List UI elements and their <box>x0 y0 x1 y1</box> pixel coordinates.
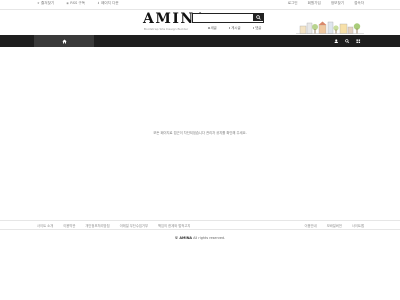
footer-link-disclaimer[interactable]: 책임의 한계와 법적고지 <box>158 223 190 228</box>
user-button[interactable] <box>331 35 342 47</box>
footer-link-guide[interactable]: 이용안내 <box>305 223 317 228</box>
quicklink-new-posts[interactable]: 새글 <box>208 25 223 30</box>
search-icon <box>345 38 350 44</box>
search-icon <box>255 15 261 20</box>
nav-icons <box>331 35 364 47</box>
bullet-icon <box>208 27 210 29</box>
top-utility-bar: ★ 즐겨찾기 ◉ RSS 구독 ⬇ 페이지 다운 로그인 회원가입 정보찾기 접속자 <box>0 0 400 10</box>
search-button[interactable] <box>253 14 263 21</box>
page-download-link[interactable]: ⬇ 페이지 다운 <box>97 1 119 6</box>
footer-link-terms[interactable]: 이용약관 <box>63 223 75 228</box>
footer-right-links: 이용안내 모바일버전 사이트맵 <box>295 223 364 228</box>
site-tagline: Bootstrap Site Design Builder <box>143 27 189 31</box>
rss-icon: ◉ <box>66 1 69 5</box>
rss-link[interactable]: ◉ RSS 구독 <box>66 1 85 6</box>
quicklink-comments[interactable]: 댓글 <box>252 25 268 30</box>
copyright-brand: © AMINA <box>174 236 193 240</box>
city-illustration <box>296 21 364 34</box>
main-nav <box>0 35 400 47</box>
signup-link[interactable]: 회원가입 <box>308 1 321 6</box>
footer-link-privacy[interactable]: 개인정보처리방침 <box>85 223 109 228</box>
bullet-icon <box>252 27 255 29</box>
visitors-link[interactable]: 접속자 <box>354 1 364 6</box>
footer-links-bar: 사이트 소개 이용약관 개인정보처리방침 이메일 무단수집거부 책임의 한계와 … <box>0 220 400 230</box>
top-left-links: ★ 즐겨찾기 ◉ RSS 구독 ⬇ 페이지 다운 <box>37 1 131 6</box>
footer-link-sitemap[interactable]: 사이트맵 <box>352 223 364 228</box>
menu-button[interactable] <box>353 35 364 47</box>
home-button[interactable] <box>34 35 94 47</box>
footer-left-links: 사이트 소개 이용약관 개인정보처리방침 이메일 무단수집거부 책임의 한계와 … <box>37 223 200 228</box>
quicklink-posts[interactable]: 게시글 <box>228 25 247 30</box>
search-box <box>192 13 264 23</box>
find-info-link[interactable]: 정보찾기 <box>331 1 344 6</box>
grid-menu-icon <box>356 39 361 43</box>
home-icon <box>61 39 67 43</box>
top-right-links: 로그인 회원가입 정보찾기 접속자 <box>278 1 364 6</box>
login-link[interactable]: 로그인 <box>288 1 298 6</box>
copyright: © AMINA All rights reserved. <box>0 236 400 240</box>
nav-search-button[interactable] <box>342 35 353 47</box>
footer-link-email-policy[interactable]: 이메일 무단수집거부 <box>120 223 148 228</box>
copyright-text: All rights reserved. <box>193 236 226 240</box>
search-input[interactable] <box>193 14 253 21</box>
footer-link-mobile[interactable]: 모바일버전 <box>327 223 342 228</box>
star-icon: ★ <box>37 1 40 5</box>
bookmark-link[interactable]: ★ 즐겨찾기 <box>37 1 54 6</box>
user-icon <box>334 39 339 44</box>
footer-link-about[interactable]: 사이트 소개 <box>37 223 53 228</box>
quick-links: 새글 게시글 댓글 <box>208 25 273 30</box>
download-icon: ⬇ <box>97 1 100 5</box>
access-blocked-message: 모든 페이지로 접근이 차단되었습니다 관리자 공지를 확인해 주세요. <box>153 131 247 135</box>
